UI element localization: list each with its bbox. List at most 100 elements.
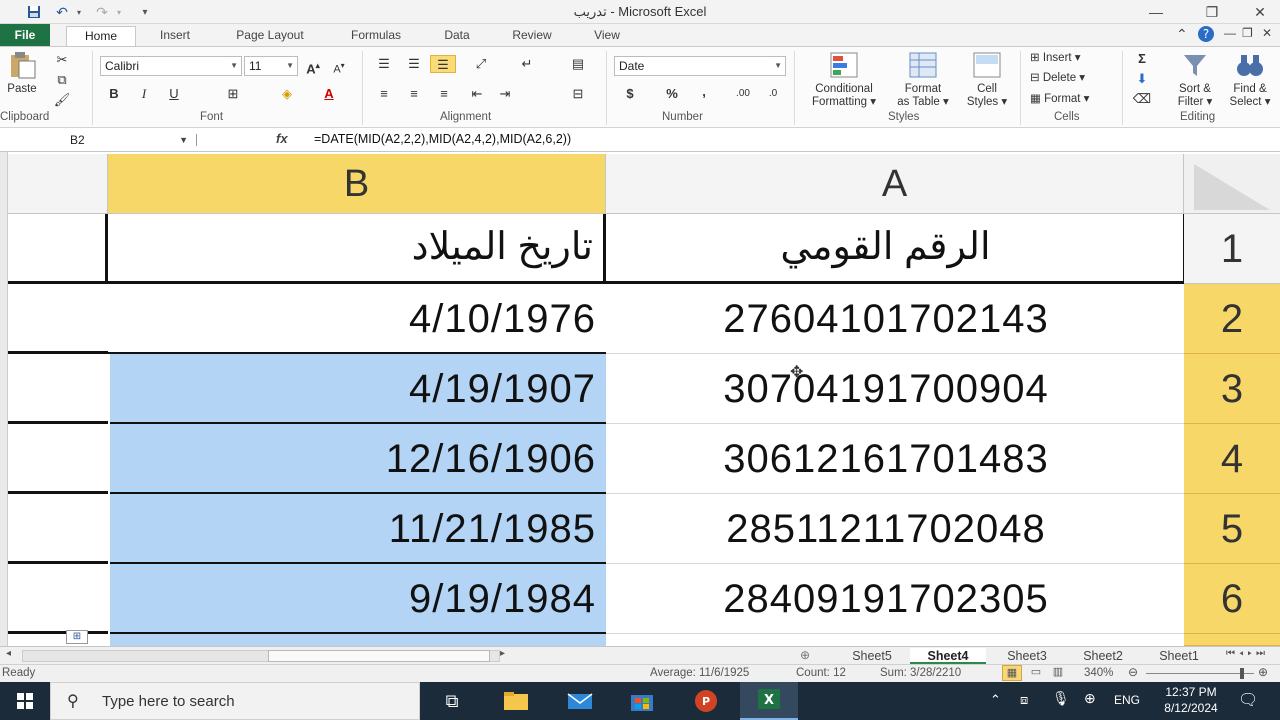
zoom-out-icon[interactable]: ⊖ bbox=[1128, 665, 1138, 679]
tab-data[interactable]: Data bbox=[432, 26, 482, 46]
cell-A3[interactable]: 30704191700904 bbox=[606, 354, 1184, 424]
microphone-icon[interactable]: 🎙 bbox=[1052, 690, 1070, 707]
tab-insert[interactable]: Insert bbox=[146, 26, 204, 46]
borders-icon[interactable]: ⊞ bbox=[222, 85, 244, 103]
font-name-combo[interactable]: Calibri ▼ bbox=[100, 56, 242, 76]
align-left-icon[interactable]: ≡ bbox=[374, 85, 394, 103]
tab-home[interactable]: Home bbox=[66, 26, 136, 46]
sheet-tab-sheet4[interactable]: Sheet4 bbox=[910, 648, 986, 664]
decrease-decimal-icon[interactable]: .0 bbox=[760, 85, 786, 103]
workbook-restore-icon[interactable]: ❐ bbox=[1242, 26, 1253, 46]
comma-button[interactable]: , bbox=[696, 83, 712, 101]
restore-button[interactable]: ❐ bbox=[1192, 2, 1232, 22]
format-cells-button[interactable]: ▦ Format ▾ bbox=[1030, 91, 1089, 107]
tab-page-layout[interactable]: Page Layout bbox=[222, 26, 318, 46]
align-bottom-icon[interactable]: ☰ bbox=[430, 55, 456, 73]
scroll-left-icon[interactable]: ◂ bbox=[6, 648, 11, 659]
font-size-combo[interactable]: 11 ▼ bbox=[244, 56, 298, 76]
cell-B3[interactable]: 4/19/1907 bbox=[110, 354, 606, 424]
zoom-in-icon[interactable]: ⊕ bbox=[1258, 665, 1268, 679]
format-as-table-button[interactable]: Format as Table ▾ bbox=[890, 51, 956, 109]
cell-C4[interactable] bbox=[8, 424, 108, 494]
italic-button[interactable]: I bbox=[134, 85, 154, 103]
minimize-button[interactable]: — bbox=[1136, 2, 1176, 22]
increase-indent-icon[interactable]: ⇥ bbox=[494, 85, 516, 103]
format-painter-icon[interactable]: 🖌 bbox=[52, 91, 72, 109]
normal-view-icon[interactable]: ▦ bbox=[1002, 665, 1022, 681]
column-header-A[interactable]: A bbox=[606, 154, 1184, 214]
grow-font-icon[interactable]: A▴ bbox=[302, 57, 324, 76]
language-indicator[interactable]: ENG bbox=[1114, 693, 1140, 707]
align-middle-icon[interactable]: ☰ bbox=[404, 55, 424, 73]
paste-button[interactable]: Paste bbox=[0, 51, 44, 96]
store-icon[interactable] bbox=[622, 686, 662, 716]
orientation-icon[interactable]: ⤢ bbox=[468, 55, 494, 73]
font-color-icon[interactable]: A bbox=[318, 85, 340, 103]
select-all-button[interactable] bbox=[1184, 154, 1280, 214]
delete-cells-button[interactable]: ⊟ Delete ▾ bbox=[1030, 70, 1085, 86]
cell-A6[interactable]: 28409191702305 bbox=[606, 564, 1184, 634]
show-hidden-icons-icon[interactable]: ⌃ bbox=[990, 692, 1001, 708]
cell-A4[interactable]: 30612161701483 bbox=[606, 424, 1184, 494]
taskbar-clock[interactable]: 12:37 PM 8/12/2024 bbox=[1156, 684, 1226, 716]
tab-view[interactable]: View bbox=[580, 26, 634, 46]
worksheet-grid[interactable]: B A 1 تاريخ الميلاد الرقم القومي 2 4/10/… bbox=[0, 152, 1280, 646]
number-format-combo[interactable]: Date ▼ bbox=[614, 56, 786, 76]
zoom-slider[interactable] bbox=[1146, 673, 1254, 674]
cell-B4[interactable]: 12/16/1906 bbox=[110, 424, 606, 494]
row-header-7[interactable] bbox=[1184, 634, 1280, 646]
insert-sheet-icon[interactable]: ⊕ bbox=[800, 648, 810, 662]
cell-C3[interactable] bbox=[8, 354, 108, 424]
clear-icon[interactable]: ⌫ bbox=[1132, 90, 1152, 108]
increase-decimal-icon[interactable]: .00 bbox=[730, 85, 756, 103]
column-header-C[interactable] bbox=[8, 154, 108, 214]
cell-A1[interactable]: الرقم القومي bbox=[606, 214, 1184, 284]
tab-formulas[interactable]: Formulas bbox=[336, 26, 416, 46]
cell-A2[interactable]: 27604101702143 bbox=[606, 284, 1184, 354]
row-header-6[interactable]: 6 bbox=[1184, 564, 1280, 634]
workbook-minimize-icon[interactable]: — bbox=[1224, 26, 1236, 46]
zoom-level[interactable]: 340% bbox=[1084, 667, 1113, 679]
cell-B6[interactable]: 9/19/1984 bbox=[110, 564, 606, 634]
tab-review[interactable]: Review bbox=[500, 26, 564, 46]
workbook-close-icon[interactable]: ✕ bbox=[1262, 26, 1272, 46]
windows-start-icon[interactable] bbox=[5, 686, 45, 716]
decrease-indent-icon[interactable]: ⇤ bbox=[466, 85, 488, 103]
notifications-icon[interactable]: 🗨 bbox=[1238, 690, 1258, 710]
wrap-text-icon[interactable]: ↵ bbox=[512, 55, 542, 73]
align-center-icon[interactable]: ≡ bbox=[404, 85, 424, 103]
sheet-tab-sheet1[interactable]: Sheet1 bbox=[1144, 648, 1214, 664]
row-header-5[interactable]: 5 bbox=[1184, 494, 1280, 564]
network-icon[interactable]: ⧈ bbox=[1020, 692, 1028, 708]
cell-C2[interactable] bbox=[8, 284, 108, 354]
column-header-B[interactable]: B bbox=[108, 154, 606, 214]
row-header-1[interactable]: 1 bbox=[1184, 214, 1280, 284]
bold-button[interactable]: B bbox=[104, 85, 124, 103]
mail-icon[interactable] bbox=[560, 686, 600, 716]
cut-icon[interactable]: ✂ bbox=[52, 51, 72, 69]
row-header-4[interactable]: 4 bbox=[1184, 424, 1280, 494]
cell-C6[interactable] bbox=[8, 564, 108, 634]
cell-B7[interactable] bbox=[110, 634, 606, 646]
tab-file[interactable]: File bbox=[0, 24, 50, 46]
vertical-scroll-track[interactable] bbox=[0, 152, 8, 646]
cell-B1[interactable]: تاريخ الميلاد bbox=[108, 214, 606, 284]
cell-styles-button[interactable]: Cell Styles ▾ bbox=[960, 51, 1014, 109]
page-break-view-icon[interactable]: ▥ bbox=[1048, 665, 1068, 678]
sheet-tab-sheet3[interactable]: Sheet3 bbox=[992, 648, 1062, 664]
find-select-button[interactable]: Find & Select ▾ bbox=[1224, 51, 1276, 109]
horizontal-scroll-thumb[interactable] bbox=[268, 650, 490, 662]
excel-taskbar-icon[interactable]: X bbox=[740, 682, 798, 720]
taskbar-search-box[interactable]: ⚲ Type here to search bbox=[50, 682, 420, 720]
task-view-icon[interactable]: ⧉ bbox=[432, 686, 472, 716]
zoom-slider-thumb[interactable] bbox=[1240, 668, 1244, 679]
fill-color-icon[interactable]: ◈ bbox=[276, 85, 298, 103]
insert-cells-button[interactable]: ⊞ Insert ▾ bbox=[1030, 50, 1081, 66]
autofill-options-icon[interactable]: ⊞ bbox=[66, 630, 88, 644]
name-box[interactable]: B2 ▼ bbox=[4, 130, 192, 150]
autosum-button[interactable]: Σ bbox=[1132, 50, 1152, 68]
conditional-formatting-button[interactable]: Conditional Formatting ▾ bbox=[800, 51, 888, 109]
shrink-font-icon[interactable]: A▾ bbox=[328, 57, 350, 76]
globe-icon[interactable]: ⊕ bbox=[1084, 690, 1096, 707]
fill-icon[interactable]: ⬇ bbox=[1132, 70, 1152, 88]
